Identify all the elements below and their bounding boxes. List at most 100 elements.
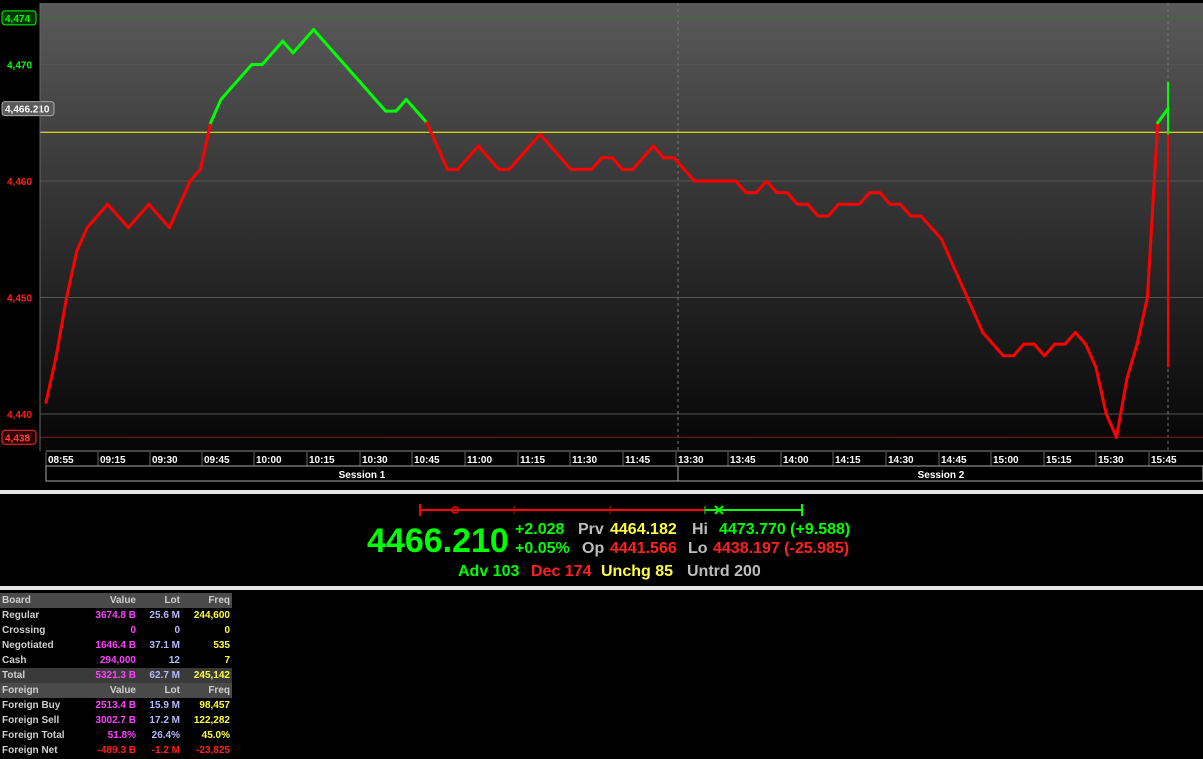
table-cell: Total: [0, 668, 84, 683]
price-marker-label: 4,466.210: [5, 105, 50, 116]
x-tick-label: 15:45: [1151, 455, 1177, 466]
table-cell: 37.1 M: [149, 640, 180, 651]
x-tick-label: 10:45: [414, 455, 440, 466]
index-chart[interactable]: 4,440 4,450 4,460 4,470 4,474 4,466.210 4,438 …: [0, 0, 1203, 490]
table-cell: 15.9 M: [149, 700, 180, 711]
table-cell: -489.3 B: [97, 745, 136, 756]
table-cell: 3674.8 B: [95, 610, 136, 621]
table-cell: 3002.7 B: [95, 715, 136, 726]
x-tick-label: 09:45: [204, 455, 230, 466]
table-row: Negotiated 1646.4 B 37.1 M 535: [0, 638, 232, 653]
table-cell: 7: [224, 655, 230, 666]
x-tick-label: 15:15: [1046, 455, 1072, 466]
x-tick-label: 09:15: [100, 455, 126, 466]
index-summary: 4466.210 +2.028 +0.05% Prv 4464.182 Op 4…: [0, 495, 1203, 585]
table-header-row: Foreign Value Lot Freq: [0, 683, 232, 698]
change-pct: +0.05%: [515, 540, 570, 557]
x-tick-label: 10:30: [362, 455, 388, 466]
table-row: Foreign Total 51.8% 26.4% 45.0%: [0, 728, 232, 743]
table-cell: -23,825: [196, 745, 230, 756]
table-cell: 98,457: [199, 700, 230, 711]
y-tick-label: 4,460: [7, 177, 32, 188]
table-cell: 51.8%: [107, 730, 136, 741]
table-row: Cash 294,000 12 7: [0, 653, 232, 668]
x-tick-label: 08:55: [48, 455, 74, 466]
table-cell: 0: [130, 625, 136, 636]
table-cell: 45.0%: [201, 730, 230, 741]
op-label: Op: [582, 540, 605, 557]
range-bar: [419, 504, 803, 516]
table-cell: Board: [0, 593, 84, 608]
table-row: Foreign Buy 2513.4 B 15.9 M 98,457: [0, 698, 232, 713]
table-cell: 5321.3 B: [84, 668, 138, 683]
table-cell: Value: [84, 593, 138, 608]
prv-label: Prv: [578, 521, 604, 538]
hi-label: Hi: [692, 521, 708, 538]
table-cell: Crossing: [2, 625, 46, 636]
table-cell: Value: [84, 683, 138, 698]
table-cell: Foreign Net: [2, 745, 58, 756]
board-stats-panel: Board Value Lot Freq Regular 3674.8 B 25.6 M 24…: [0, 590, 1203, 759]
chart-svg[interactable]: 4,4404,4504,4604,4704,4744,466.2104,438 …: [0, 0, 1203, 490]
untrd-count: Untrd 200: [687, 563, 761, 580]
x-tick-label: 14:00: [783, 455, 809, 466]
x-tick-label: 11:15: [520, 455, 545, 466]
table-cell: 535: [213, 640, 230, 651]
x-tick-label: 14:15: [835, 455, 861, 466]
table-row: Foreign Net -489.3 B -1.2 M -23,825: [0, 743, 232, 758]
table-cell: Negotiated: [2, 640, 54, 651]
table-cell: Lot: [138, 593, 182, 608]
table-cell: -1.2 M: [151, 745, 180, 756]
table-cell: 244,600: [193, 610, 230, 621]
table-row: Crossing 0 0 0: [0, 623, 232, 638]
y-tick-label: 4,470: [7, 61, 32, 72]
x-tick-label: 10:00: [256, 455, 282, 466]
table-cell: 0: [224, 625, 230, 636]
table-cell: 17.2 M: [149, 715, 180, 726]
unchg-count: Unchg 85: [601, 563, 674, 580]
hi-value: 4473.770 (+9.588): [719, 521, 851, 538]
prv-value: 4464.182: [610, 521, 677, 538]
plot-background: [40, 3, 1203, 451]
board-table: Board Value Lot Freq Regular 3674.8 B 25.6 M 24…: [0, 593, 232, 758]
table-cell: 245,142: [182, 668, 232, 683]
x-tick-label: 14:30: [888, 455, 914, 466]
x-tick-label: 13:45: [730, 455, 756, 466]
table-cell: 294,000: [99, 655, 136, 666]
table-cell: Cash: [2, 655, 27, 666]
x-tick-label: 15:30: [1098, 455, 1124, 466]
table-cell: 1646.4 B: [95, 640, 136, 651]
x-tick-label: 11:00: [467, 455, 492, 466]
table-cell: 25.6 M: [149, 610, 180, 621]
table-cell: Foreign: [0, 683, 84, 698]
lo-label: Lo: [688, 540, 708, 557]
x-tick-label: 11:30: [572, 455, 597, 466]
table-cell: 62.7 M: [138, 668, 182, 683]
table-row: Regular 3674.8 B 25.6 M 244,600: [0, 608, 232, 623]
last-value: 4466.210: [367, 522, 509, 560]
price-marker-label: 4,438: [5, 433, 30, 444]
adv-count: Adv 103: [458, 563, 520, 580]
table-cell: 12: [168, 655, 180, 666]
table-cell: Foreign Sell: [2, 715, 60, 726]
change-value: +2.028: [515, 521, 565, 538]
table-row: Foreign Sell 3002.7 B 17.2 M 122,282: [0, 713, 232, 728]
table-cell: Regular: [2, 610, 40, 621]
table-cell: Lot: [138, 683, 182, 698]
table-row: Total 5321.3 B 62.7 M 245,142: [0, 668, 232, 683]
table-cell: 26.4%: [151, 730, 180, 741]
x-tick-label: 14:45: [941, 455, 967, 466]
y-tick-label: 4,440: [7, 410, 32, 421]
table-cell: Foreign Total: [2, 730, 65, 741]
x-tick-label: 09:30: [152, 455, 178, 466]
separator-top: [0, 490, 1203, 494]
x-tick-label: 10:15: [309, 455, 335, 466]
table-cell: 2513.4 B: [95, 700, 136, 711]
x-tick-label: 13:30: [678, 455, 704, 466]
session-2-label: Session 2: [918, 470, 965, 481]
table-cell: Foreign Buy: [2, 700, 61, 711]
dec-count: Dec 174: [531, 563, 592, 580]
op-value: 4441.566: [610, 540, 677, 557]
table-cell: 122,282: [193, 715, 230, 726]
lo-value: 4438.197 (-25.985): [713, 540, 850, 557]
